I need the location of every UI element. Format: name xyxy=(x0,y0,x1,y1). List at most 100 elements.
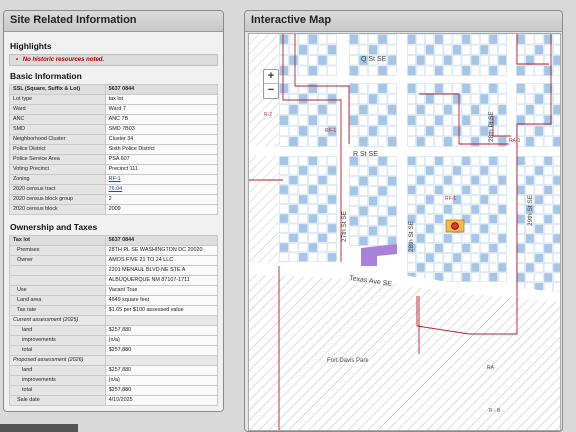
parcel[interactable] xyxy=(516,104,525,115)
parcel[interactable] xyxy=(489,65,498,76)
parcel[interactable] xyxy=(479,165,489,176)
parcel[interactable] xyxy=(378,93,388,105)
parcel[interactable] xyxy=(349,44,359,55)
parcel[interactable] xyxy=(470,175,480,185)
parcel[interactable] xyxy=(489,156,498,166)
parcel[interactable] xyxy=(387,136,397,147)
parcel[interactable] xyxy=(387,125,397,137)
parcel[interactable] xyxy=(378,176,388,186)
parcel[interactable] xyxy=(470,115,480,126)
parcel[interactable] xyxy=(452,272,462,282)
parcel[interactable] xyxy=(298,55,308,66)
parcel[interactable] xyxy=(308,125,318,137)
parcel[interactable] xyxy=(489,165,498,176)
parcel[interactable] xyxy=(425,233,435,244)
parcel[interactable] xyxy=(407,83,416,94)
parcel[interactable] xyxy=(317,115,328,126)
parcel[interactable] xyxy=(525,44,535,55)
parcel[interactable] xyxy=(317,223,328,233)
parcel[interactable] xyxy=(498,194,507,205)
parcel[interactable] xyxy=(308,194,318,204)
parcel[interactable] xyxy=(317,156,328,166)
parcel[interactable] xyxy=(452,253,462,263)
parcel[interactable] xyxy=(443,165,453,176)
parcel[interactable] xyxy=(368,115,378,126)
parcel[interactable] xyxy=(461,44,471,55)
parcel[interactable] xyxy=(425,156,435,166)
parcel[interactable] xyxy=(552,165,561,176)
parcel[interactable] xyxy=(489,204,498,214)
bottom-tab[interactable] xyxy=(0,424,78,432)
zoom-out-button[interactable]: − xyxy=(264,84,278,98)
parcel[interactable] xyxy=(470,44,480,55)
parcel[interactable] xyxy=(470,125,480,137)
parcel[interactable] xyxy=(534,44,544,55)
parcel[interactable] xyxy=(416,262,425,273)
parcel[interactable] xyxy=(327,44,337,55)
parcel[interactable] xyxy=(534,104,544,115)
parcel[interactable] xyxy=(378,115,388,126)
parcel[interactable] xyxy=(534,125,544,137)
parcel[interactable] xyxy=(443,115,453,126)
parcel[interactable] xyxy=(498,224,507,234)
parcel[interactable] xyxy=(308,233,318,243)
parcel[interactable] xyxy=(378,196,388,206)
parcel[interactable] xyxy=(434,83,444,94)
parcel[interactable] xyxy=(378,226,388,236)
parcel[interactable] xyxy=(298,165,308,176)
parcel[interactable] xyxy=(498,136,507,147)
parcel[interactable] xyxy=(387,206,397,216)
parcel[interactable] xyxy=(358,196,368,206)
parcel[interactable] xyxy=(327,65,337,76)
parcel[interactable] xyxy=(479,34,489,45)
parcel[interactable] xyxy=(443,125,453,137)
parcel[interactable] xyxy=(358,44,368,55)
parcel[interactable] xyxy=(443,253,453,263)
parcel[interactable] xyxy=(443,65,453,76)
parcel[interactable] xyxy=(416,233,425,244)
parcel[interactable] xyxy=(498,175,507,185)
parcel[interactable] xyxy=(425,83,435,94)
parcel[interactable] xyxy=(288,233,299,243)
parcel[interactable] xyxy=(543,185,553,195)
parcel[interactable] xyxy=(479,65,489,76)
parcel[interactable] xyxy=(470,55,480,66)
parcel[interactable] xyxy=(378,216,388,226)
parcel[interactable] xyxy=(387,176,397,186)
parcel[interactable] xyxy=(349,196,359,206)
parcel[interactable] xyxy=(368,136,378,147)
parcel[interactable] xyxy=(516,93,525,105)
parcel[interactable] xyxy=(378,206,388,216)
parcel[interactable] xyxy=(452,65,462,76)
parcel[interactable] xyxy=(387,186,397,196)
parcel[interactable] xyxy=(368,216,378,226)
parcel[interactable] xyxy=(349,216,359,226)
parcel[interactable] xyxy=(317,55,328,66)
parcel[interactable] xyxy=(308,34,318,45)
parcel[interactable] xyxy=(516,156,525,166)
parcel[interactable] xyxy=(434,93,444,105)
parcel[interactable] xyxy=(279,83,289,94)
parcel[interactable] xyxy=(498,65,507,76)
parcel[interactable] xyxy=(425,55,435,66)
parcel[interactable] xyxy=(552,44,561,55)
parcel[interactable] xyxy=(470,253,480,263)
parcel[interactable] xyxy=(368,104,378,115)
map-canvas[interactable]: + − Q St SE R St SE 27th St SE 28th St S… xyxy=(248,33,561,431)
parcel[interactable] xyxy=(387,166,397,176)
parcel[interactable] xyxy=(279,223,289,233)
parcel[interactable] xyxy=(543,165,553,176)
parcel[interactable] xyxy=(288,194,299,204)
parcel[interactable] xyxy=(443,272,453,282)
parcel[interactable] xyxy=(327,242,337,253)
parcel[interactable] xyxy=(298,34,308,45)
parcel[interactable] xyxy=(407,104,416,115)
parcel[interactable] xyxy=(543,156,553,166)
parcel[interactable] xyxy=(534,93,544,105)
parcel[interactable] xyxy=(416,115,425,126)
parcel[interactable] xyxy=(407,55,416,66)
parcel[interactable] xyxy=(308,55,318,66)
parcel[interactable] xyxy=(279,55,289,66)
parcel[interactable] xyxy=(443,175,453,185)
parcel[interactable] xyxy=(498,262,507,273)
